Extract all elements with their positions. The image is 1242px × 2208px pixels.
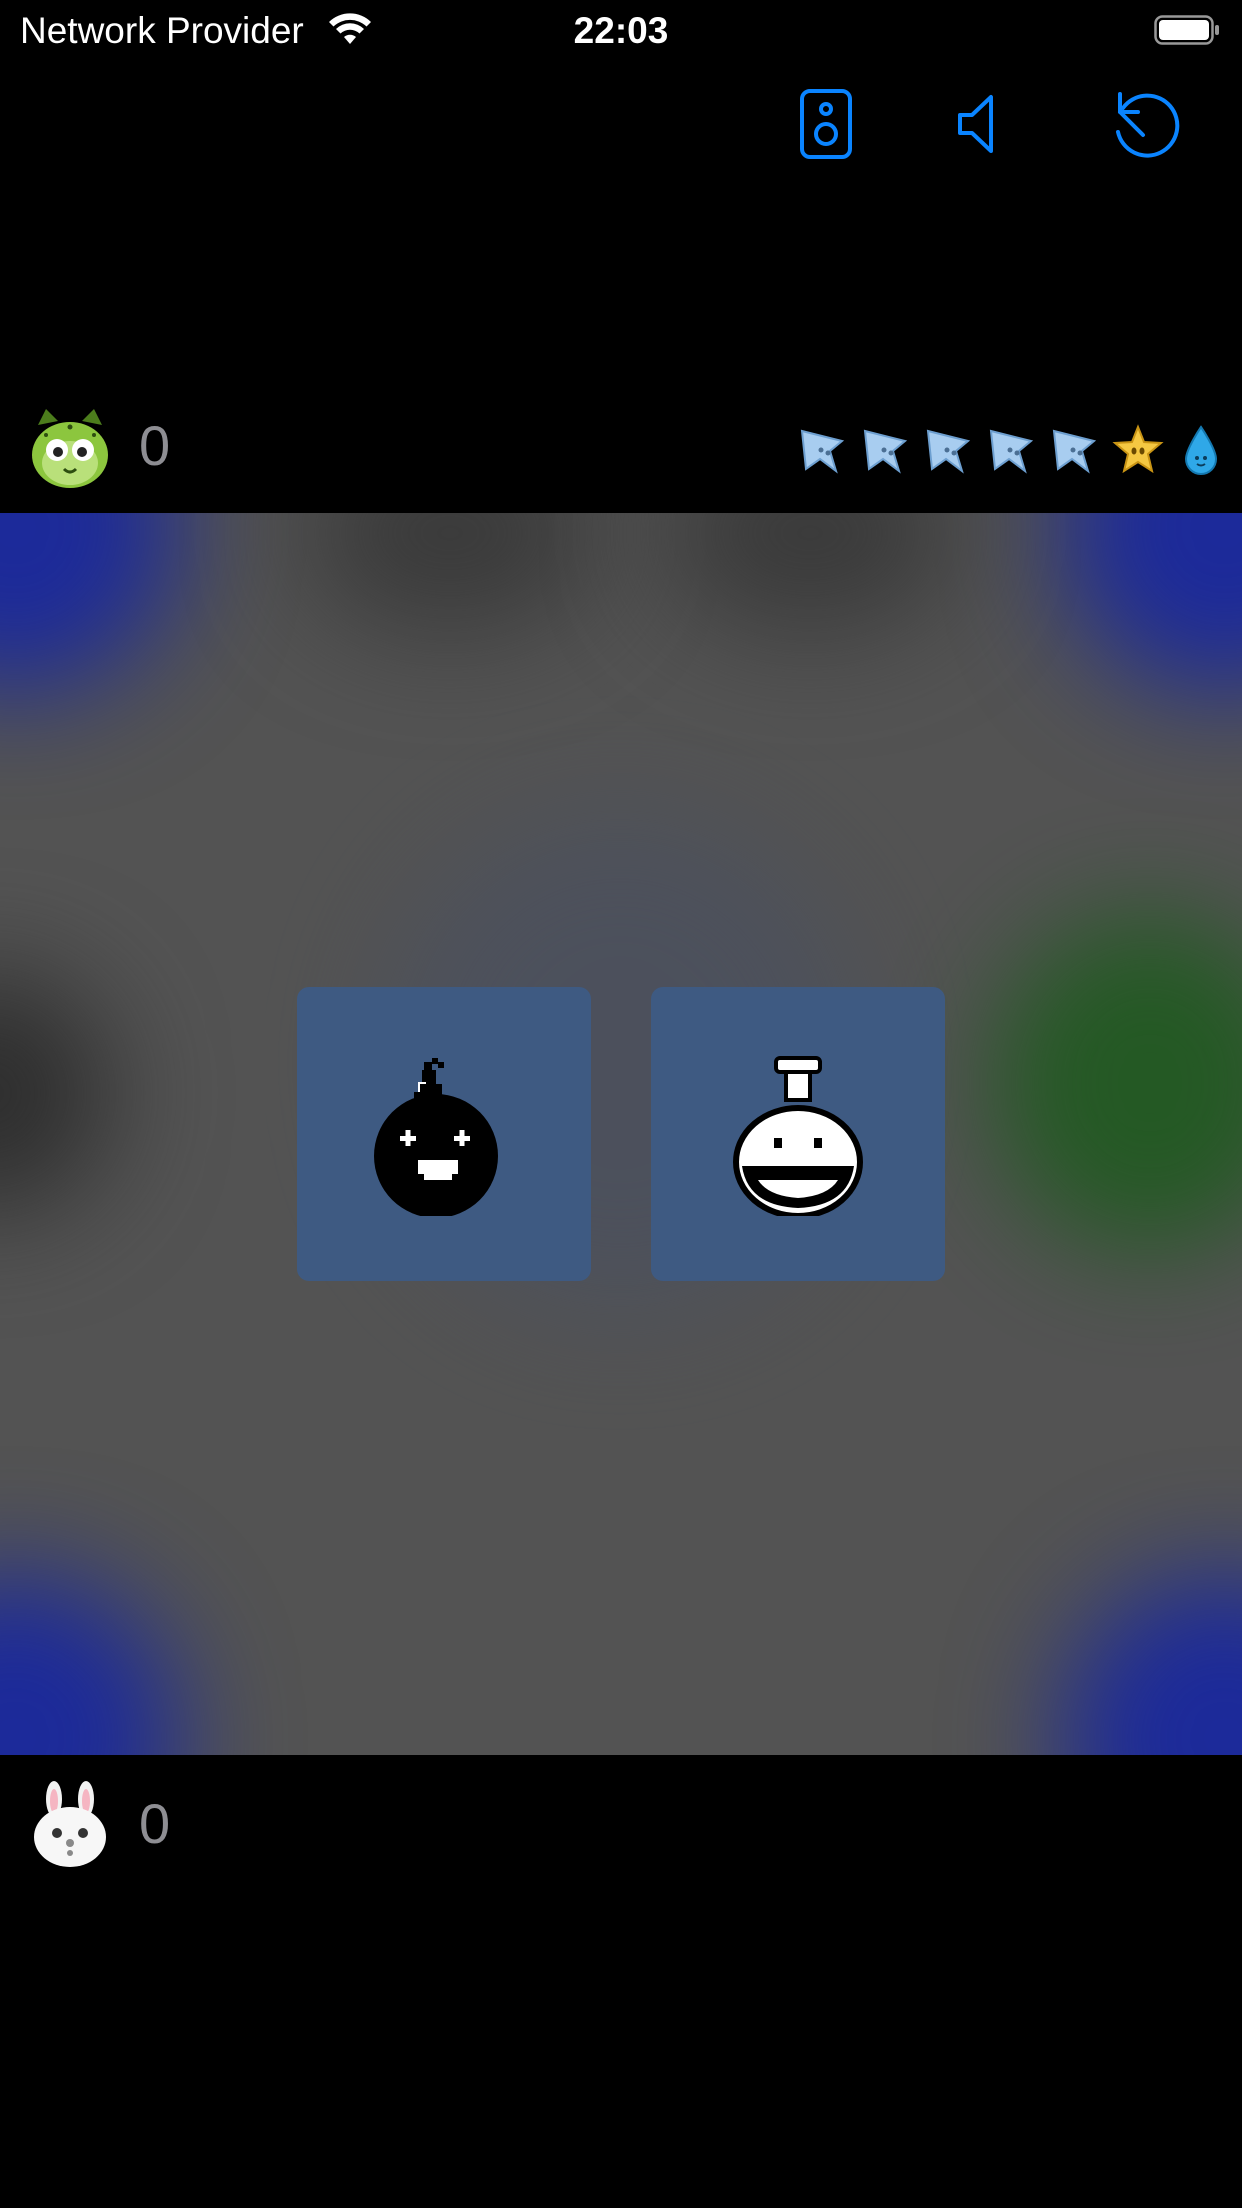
- card-bomb[interactable]: [297, 987, 591, 1281]
- water-drop-icon: [1184, 425, 1218, 475]
- reset-icon: [1116, 92, 1180, 158]
- game-board: [0, 513, 1242, 1755]
- opponent-score: 0: [139, 414, 171, 477]
- player-score: 0: [139, 1792, 171, 1855]
- green-cat-avatar: [32, 409, 108, 488]
- white-bunny-avatar: [34, 1781, 106, 1867]
- opponent-tokens: [796, 420, 1228, 480]
- bomb-icon: [374, 1058, 498, 1216]
- blue-star-icon: [989, 429, 1034, 474]
- status-bar: Network Provider 22:03: [0, 0, 1242, 62]
- gold-star-icon: [1112, 424, 1164, 474]
- volume-icon: [958, 95, 993, 153]
- blue-star-icon: [926, 429, 971, 474]
- blue-star-icon: [800, 429, 845, 474]
- blue-star-icon: [1052, 429, 1097, 474]
- volume-button[interactable]: [945, 88, 1017, 160]
- speaker-icon: [800, 89, 852, 159]
- speaker-button[interactable]: [790, 88, 862, 160]
- flask-icon: [733, 1056, 863, 1216]
- battery-icon: [1154, 15, 1219, 45]
- player-row: 0: [0, 1778, 1242, 1888]
- clock: 22:03: [573, 10, 669, 51]
- blue-star-icon: [863, 429, 908, 474]
- card-flask[interactable]: [651, 987, 945, 1281]
- reset-button[interactable]: [1109, 88, 1181, 160]
